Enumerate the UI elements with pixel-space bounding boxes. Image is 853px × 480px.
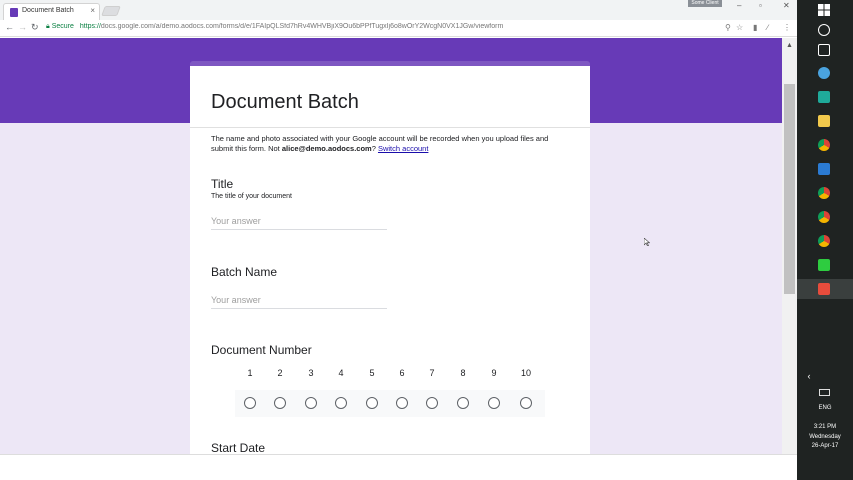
scale-number: 2: [277, 368, 283, 378]
camtasia-red-icon[interactable]: [818, 283, 830, 295]
url-field[interactable]: 🔒︎ Secure https://docs.google.com/a/demo.…: [46, 23, 750, 34]
browser-tab-bar: Document Batch × Some Client – ▫ ✕: [0, 0, 797, 20]
keyboard-icon[interactable]: [819, 389, 830, 396]
bookmark-star-icon[interactable]: ☆: [736, 23, 743, 32]
scale-number: 3: [308, 368, 314, 378]
question-batch-label: Batch Name: [211, 265, 278, 279]
scale-radio-3[interactable]: [305, 397, 317, 409]
question-startdate-label: Start Date: [211, 441, 266, 454]
scale-radio-10[interactable]: [520, 397, 532, 409]
scale-number: 9: [491, 368, 497, 378]
question-title-help: The title of your document: [211, 193, 292, 200]
scale-number: 5: [369, 368, 375, 378]
description-q: ?: [371, 144, 376, 153]
windows-taskbar: ‹ ENG 3:21 PM Wednesday 26-Apr-17: [797, 0, 853, 480]
divider: [190, 127, 590, 128]
lock-icon: 🔒︎: [46, 23, 50, 30]
scale-radio-8[interactable]: [457, 397, 469, 409]
mouse-cursor-icon: [644, 238, 650, 246]
new-tab-button[interactable]: [101, 6, 121, 16]
title-input[interactable]: Your answer: [211, 216, 387, 230]
windows-start-icon[interactable]: [818, 4, 830, 16]
scale-radio-9[interactable]: [488, 397, 500, 409]
extension-2-icon[interactable]: ∕: [767, 23, 768, 32]
address-bar: ← → ↻ 🔒︎ Secure https://docs.google.com/a…: [0, 20, 797, 37]
cortana-icon[interactable]: [818, 24, 830, 36]
snagit-icon[interactable]: [818, 163, 830, 175]
menu-icon[interactable]: ⋮: [783, 23, 791, 32]
browser-tab[interactable]: Document Batch ×: [3, 3, 100, 20]
google-forms-icon: [10, 8, 18, 17]
form-page: Document Batch The name and photo associ…: [0, 38, 782, 454]
store-app-icon[interactable]: [818, 91, 830, 103]
zoom-icon[interactable]: ⚲: [725, 23, 731, 32]
scale-number: 8: [460, 368, 466, 378]
clock-date: 26-Apr-17: [811, 443, 839, 449]
language-indicator[interactable]: ENG: [797, 405, 853, 411]
question-docnum-label: Document Number: [211, 343, 312, 357]
scrollbar-thumb[interactable]: [784, 84, 795, 294]
close-window-icon[interactable]: ✕: [783, 1, 790, 10]
chrome-icon[interactable]: [818, 139, 830, 151]
profile-badge[interactable]: Some Client: [688, 0, 722, 7]
extension-icon[interactable]: ▮: [753, 23, 757, 32]
file-explorer-icon[interactable]: [818, 115, 830, 127]
switch-account-link[interactable]: Switch account: [378, 144, 428, 153]
scale-radio-7[interactable]: [426, 397, 438, 409]
form-card: Document Batch The name and photo associ…: [190, 61, 590, 454]
task-view-icon[interactable]: [818, 44, 830, 56]
scroll-up-icon[interactable]: ▲: [786, 42, 793, 49]
scale-radio-1[interactable]: [244, 397, 256, 409]
scale-number: 4: [338, 368, 344, 378]
scale-radio-4[interactable]: [335, 397, 347, 409]
back-icon[interactable]: ←: [5, 22, 14, 32]
scale-radio-5[interactable]: [366, 397, 378, 409]
chrome-profile-icon[interactable]: [818, 187, 830, 199]
chrome-second-icon[interactable]: [818, 235, 830, 247]
scale-radio-2[interactable]: [274, 397, 286, 409]
camtasia-green-icon[interactable]: [818, 259, 830, 271]
tab-title: Document Batch: [22, 7, 74, 14]
question-title-label: Title: [211, 177, 234, 191]
url-scheme: https://: [79, 23, 101, 30]
reload-icon[interactable]: ↻: [31, 22, 39, 33]
scale-number: 6: [399, 368, 405, 378]
forward-icon[interactable]: →: [18, 22, 27, 32]
batch-name-input[interactable]: Your answer: [211, 295, 387, 309]
minimize-icon[interactable]: –: [737, 1, 741, 10]
secure-label: Secure: [51, 23, 74, 30]
form-description: The name and photo associated with your …: [211, 134, 571, 154]
scale-radio-6[interactable]: [396, 397, 408, 409]
account-email: alice@demo.aodocs.com: [281, 144, 372, 153]
page-scrollbar[interactable]: ▲: [782, 38, 797, 454]
maximize-icon[interactable]: ▫: [759, 1, 762, 10]
chrome-app-icon[interactable]: [818, 211, 830, 223]
scale-number: 10: [520, 368, 531, 378]
collapse-tray-icon[interactable]: ‹: [781, 371, 837, 381]
clock-time[interactable]: 3:21 PM: [797, 424, 853, 430]
scale-number: 1: [247, 368, 253, 378]
form-title: Document Batch: [211, 91, 359, 113]
tab-close-icon[interactable]: ×: [90, 6, 95, 15]
url-text: docs.google.com/a/demo.aodocs.com/forms/…: [100, 23, 504, 30]
network-app-icon[interactable]: [818, 67, 830, 79]
clock-day: Wednesday: [809, 434, 841, 440]
bottom-strip: [0, 454, 797, 480]
scale-number: 7: [429, 368, 435, 378]
